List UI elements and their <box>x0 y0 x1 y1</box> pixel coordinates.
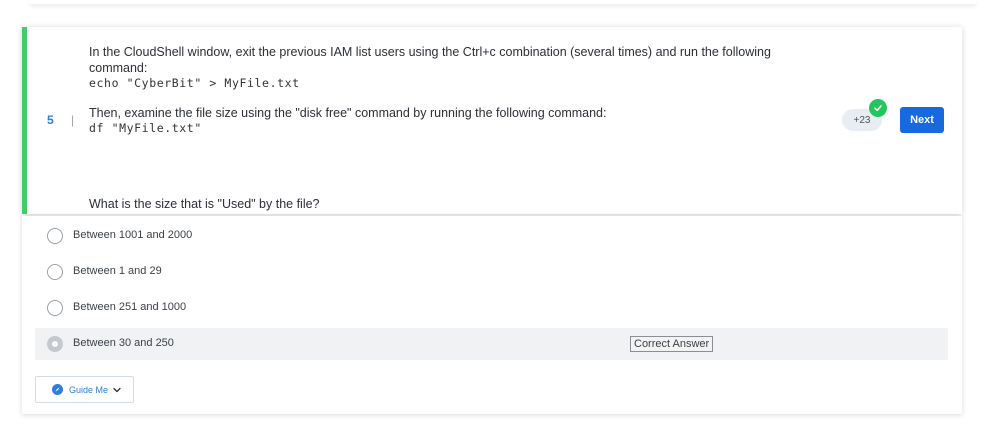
answer-option[interactable]: Between 1 and 29 <box>35 256 948 288</box>
radio-button[interactable] <box>47 264 63 280</box>
guide-me-button[interactable]: Guide Me <box>35 376 134 403</box>
question-card: 5 | In the CloudShell window, exit the p… <box>22 27 962 214</box>
command-df: df "MyFile.txt" <box>89 121 202 135</box>
answers-card: Between 1001 and 2000 Between 1 and 29 B… <box>22 216 962 414</box>
command-echo: echo "CyberBit" > MyFile.txt <box>89 76 300 90</box>
next-button[interactable]: Next <box>900 107 944 133</box>
question-instruction-2: Then, examine the file size using the "d… <box>89 106 607 120</box>
radio-button[interactable] <box>47 228 63 244</box>
answer-option-label: Between 30 and 250 <box>73 337 174 349</box>
guide-me-label: Guide Me <box>69 384 109 395</box>
points-value: +23 <box>853 114 871 126</box>
compass-icon <box>52 384 63 395</box>
answer-option-selected[interactable]: Between 30 and 250 Correct Answer <box>35 328 948 360</box>
correct-answer-tag: Correct Answer <box>630 336 714 352</box>
radio-button[interactable] <box>47 300 63 316</box>
question-number-separator: | <box>71 113 75 127</box>
question-number: 5 <box>47 113 54 127</box>
previous-card-edge <box>30 0 976 4</box>
radio-button-checked[interactable] <box>47 336 63 352</box>
answer-option-label: Between 1001 and 2000 <box>73 229 193 241</box>
question-prompt: What is the size that is "Used" by the f… <box>89 197 320 211</box>
answer-option-label: Between 1 and 29 <box>73 265 162 277</box>
answer-option-label: Between 251 and 1000 <box>73 301 187 313</box>
question-instruction-1: In the CloudShell window, exit the previ… <box>89 45 771 75</box>
question-text: In the CloudShell window, exit the previ… <box>89 44 819 211</box>
answer-option[interactable]: Between 251 and 1000 <box>35 292 948 324</box>
answer-option[interactable]: Between 1001 and 2000 <box>35 220 948 252</box>
chevron-down-icon <box>113 387 121 393</box>
check-icon <box>869 99 887 117</box>
